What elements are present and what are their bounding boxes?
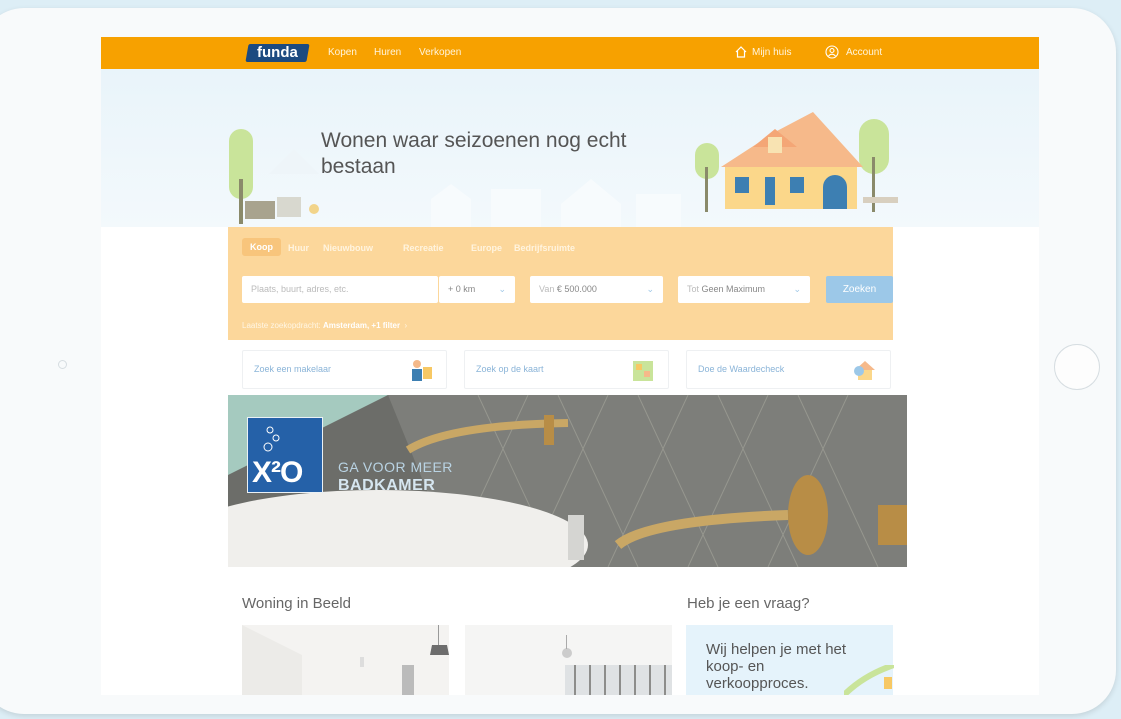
hero-title: Wonen waar seizoenen nog echt bestaan (321, 129, 627, 178)
banner-tagline-2: BADKAMER (338, 477, 436, 494)
last-search-prefix: Laatste zoekopdracht: (242, 321, 321, 330)
house-icon[interactable] (734, 45, 748, 59)
woning-in-beeld-title: Woning in Beeld (242, 595, 351, 612)
x2o-logo: X²O (247, 417, 323, 493)
chevron-down-icon: ⌄ (498, 284, 506, 294)
logo-text: funda (257, 44, 298, 61)
browser-screen: funda Kopen Huren Verkopen Mijn huis Acc… (101, 37, 1039, 695)
chevron-down-icon: ⌄ (646, 284, 654, 294)
price-from-value: € 500.000 (556, 284, 597, 294)
nav-account[interactable]: Account (846, 47, 882, 58)
radius-value: + 0 km (448, 284, 476, 294)
interior-photo (465, 625, 672, 695)
location-search-input[interactable]: Plaats, buurt, adres, etc. (242, 276, 438, 303)
hero-section: Wonen waar seizoenen nog echt bestaan (101, 69, 1039, 229)
tab-koop[interactable]: Koop (242, 238, 281, 256)
user-icon[interactable] (825, 45, 839, 59)
advertisement-banner[interactable]: X²O GA VOOR MEER BADKAMER (228, 395, 907, 567)
help-text: Wij helpen je met het koop- en verkooppr… (706, 641, 847, 692)
quick-link-label: Zoek een makelaar (254, 364, 332, 374)
nav-verkopen[interactable]: Verkopen (419, 47, 461, 58)
x2o-logo-text: X²O (252, 456, 303, 489)
tablet-home-button[interactable] (1054, 344, 1100, 390)
house-value-icon (854, 361, 875, 380)
bathroom-photo (228, 395, 907, 567)
woning-card[interactable] (242, 625, 449, 695)
chevron-down-icon: ⌄ (793, 284, 801, 294)
price-from-select[interactable]: Van € 500.000 ⌄ (530, 276, 663, 303)
price-to-select[interactable]: Tot Geen Maximum ⌄ (678, 276, 810, 303)
nav-huren[interactable]: Huren (374, 47, 401, 58)
tablet-camera (58, 360, 67, 369)
top-navigation-bar: funda Kopen Huren Verkopen Mijn huis Acc… (101, 37, 1039, 69)
quick-link-makelaar[interactable]: Zoek een makelaar (242, 350, 447, 389)
quick-link-label: Zoek op de kaart (476, 364, 544, 374)
woning-card[interactable] (465, 625, 672, 695)
last-search-value: Amsterdam, +1 filter (322, 321, 401, 330)
vraag-title: Heb je een vraag? (687, 595, 810, 612)
interior-photo (242, 625, 449, 695)
bubbles-icon (263, 426, 280, 452)
quick-link-waardecheck[interactable]: Doe de Waardecheck (686, 350, 891, 389)
tab-huur[interactable]: Huur (288, 243, 309, 253)
quick-link-kaart[interactable]: Zoek op de kaart (464, 350, 669, 389)
search-panel: Koop Huur Nieuwbouw Recreatie Europe Bed… (228, 227, 893, 340)
price-from-prefix: Van (539, 284, 555, 294)
nav-kopen[interactable]: Kopen (328, 47, 357, 58)
price-to-value: Geen Maximum (701, 284, 766, 294)
help-card[interactable]: Wij helpen je met het koop- en verkooppr… (686, 625, 894, 695)
tab-recreatie[interactable]: Recreatie (403, 243, 444, 253)
tab-bedrijfsruimte[interactable]: Bedrijfsruimte (514, 243, 575, 253)
funda-logo[interactable]: funda (245, 44, 310, 62)
last-search-link[interactable]: Laatste zoekopdracht: Amsterdam, +1 filt… (242, 321, 407, 330)
price-to-prefix: Tot (687, 284, 700, 294)
tab-nieuwbouw[interactable]: Nieuwbouw (323, 243, 373, 253)
makelaar-icon (412, 360, 432, 381)
tab-europe[interactable]: Europe (471, 243, 502, 253)
nav-mijn-huis[interactable]: Mijn huis (752, 47, 791, 58)
map-icon (633, 361, 653, 381)
house-illustration (695, 112, 898, 212)
help-illustration (844, 665, 894, 695)
quick-link-label: Doe de Waardecheck (698, 364, 785, 374)
search-button[interactable]: Zoeken (826, 276, 893, 303)
banner-tagline-1: GA VOOR MEER (338, 459, 453, 475)
radius-select[interactable]: + 0 km ⌄ (439, 276, 515, 303)
countryside-illustration (229, 129, 319, 224)
